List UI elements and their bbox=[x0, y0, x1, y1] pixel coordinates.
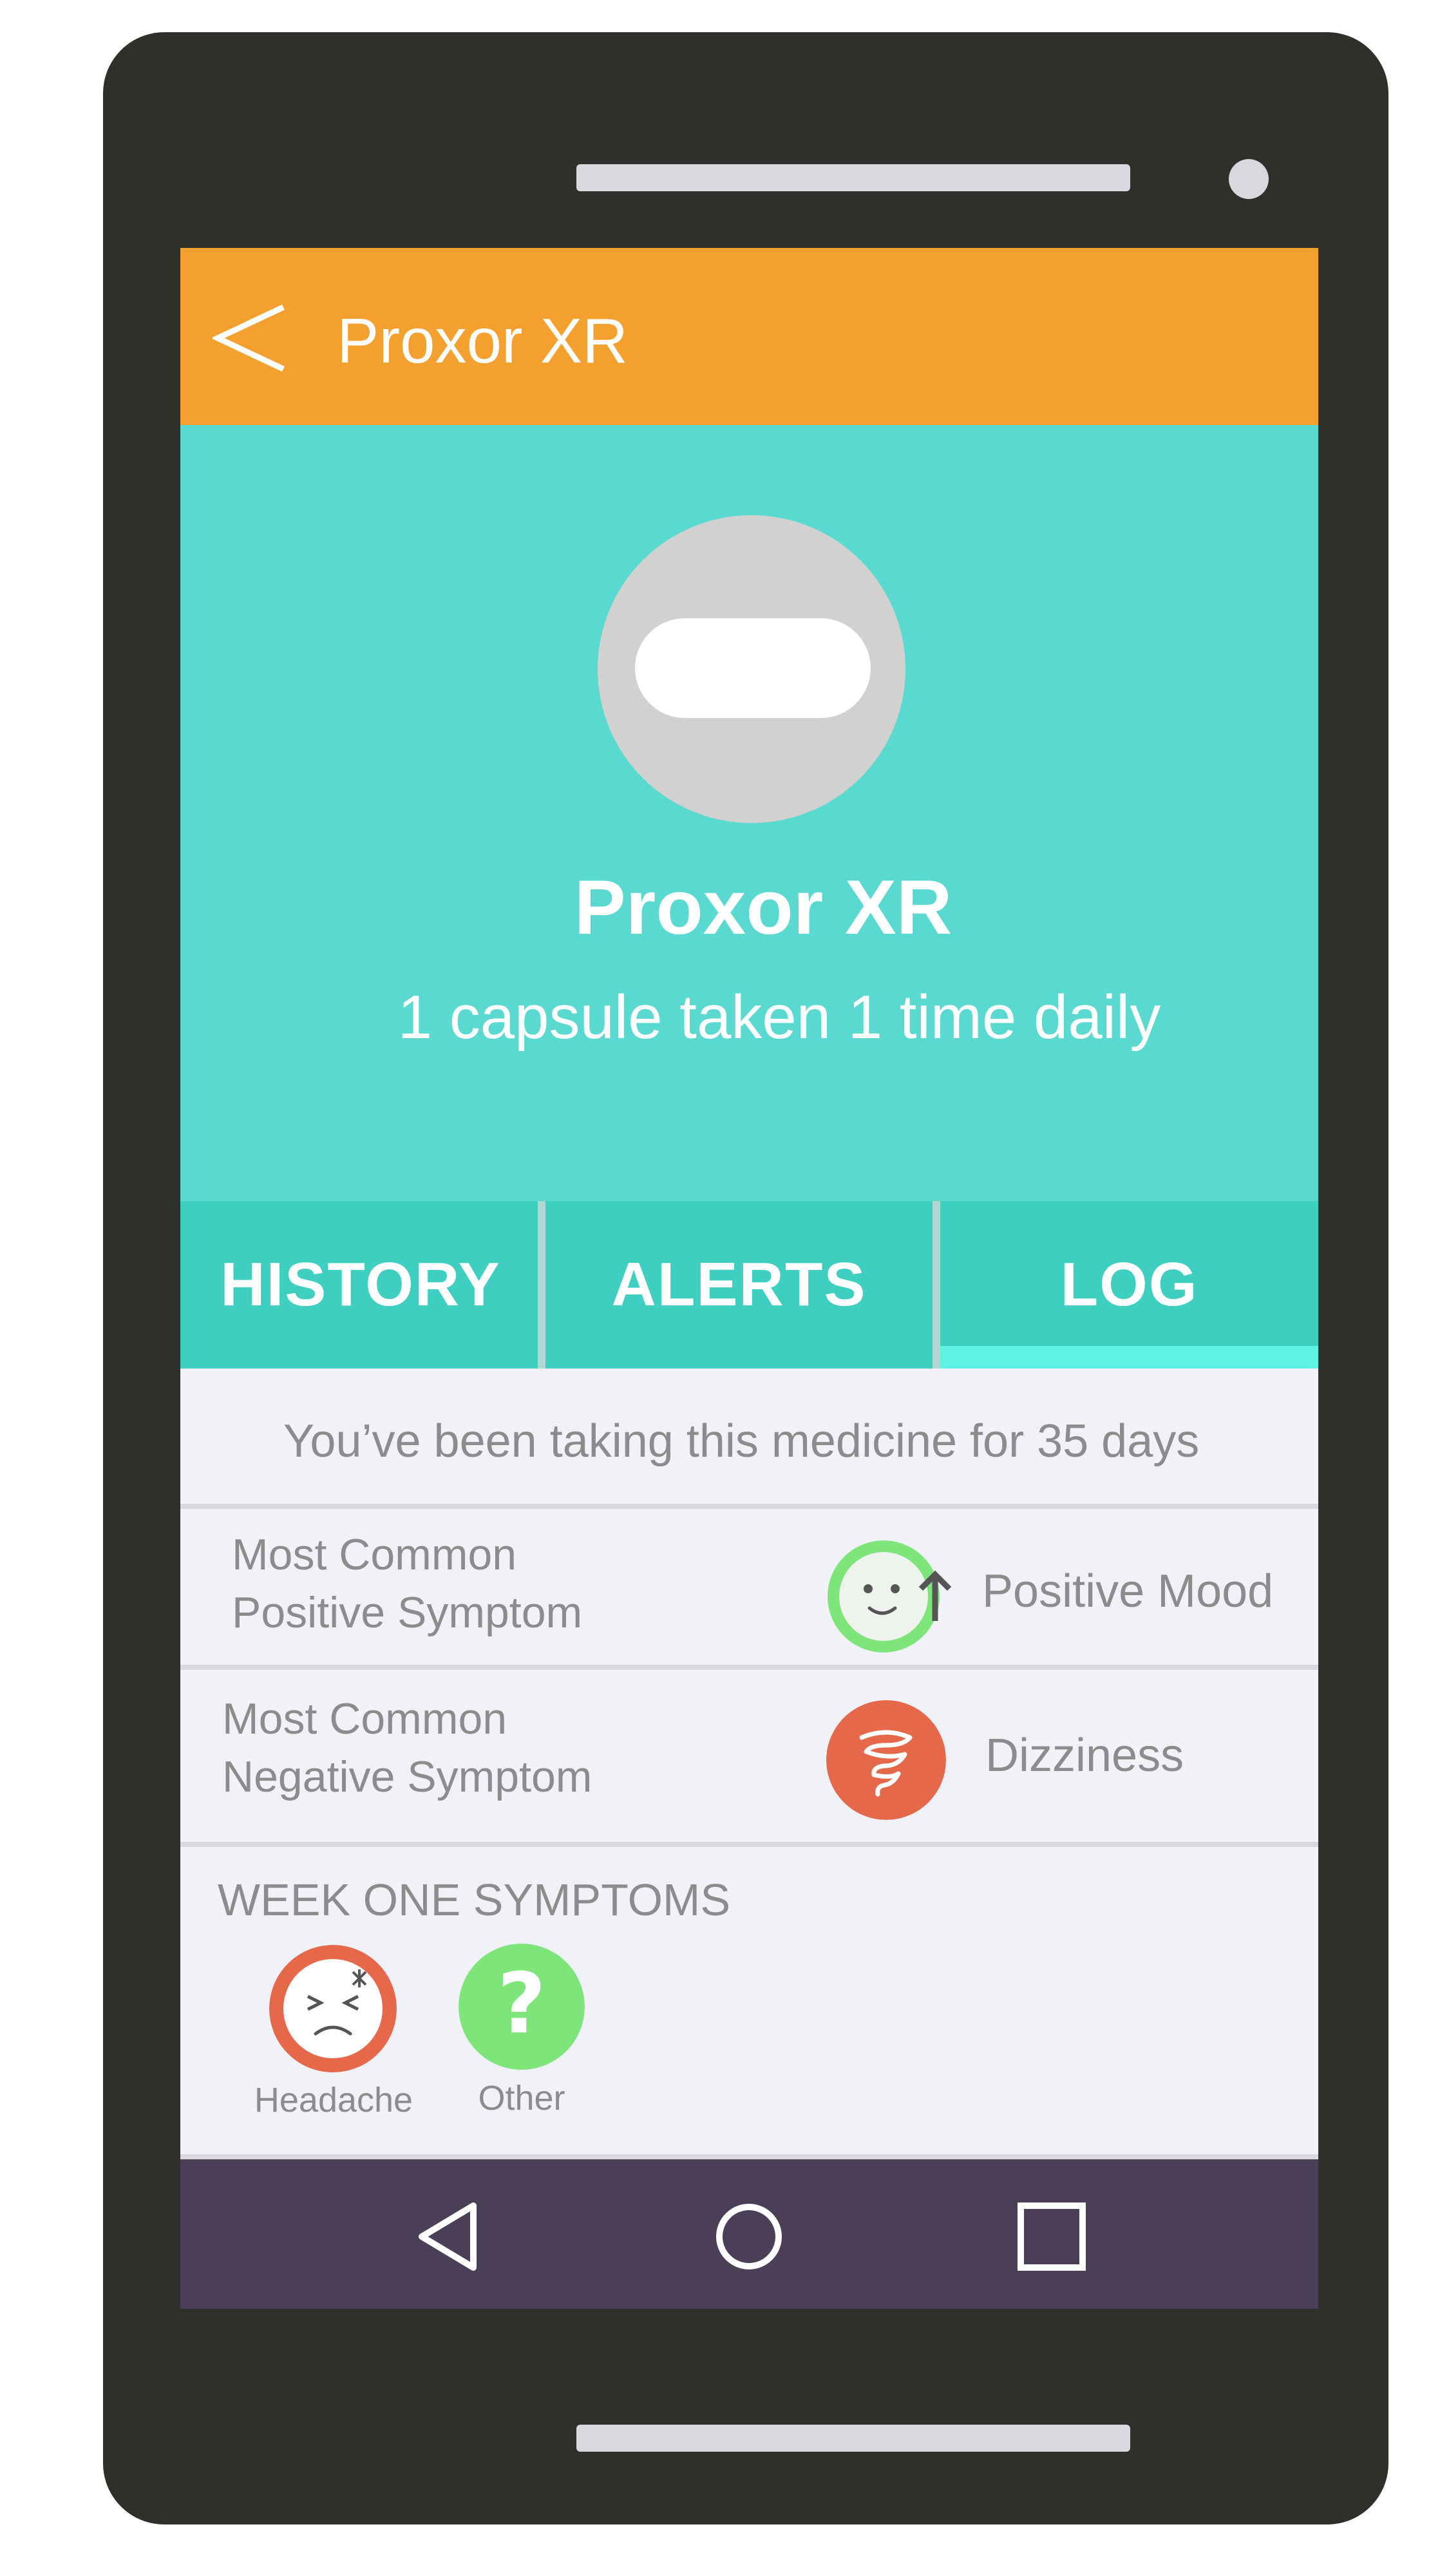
tab-log[interactable]: LOG bbox=[940, 1201, 1318, 1368]
headache-label: Headache bbox=[254, 2081, 413, 2119]
positive-symptom-name: Positive Mood bbox=[982, 1566, 1274, 1617]
capsule-icon bbox=[635, 618, 871, 718]
dizziness-swirl-icon bbox=[826, 1700, 946, 1820]
svg-text:?: ? bbox=[497, 1955, 545, 2052]
week-one-heading: WEEK ONE SYMPTOMS bbox=[218, 1875, 731, 1925]
positive-label-line1: Most Common bbox=[232, 1530, 517, 1579]
active-tab-indicator bbox=[940, 1346, 1318, 1368]
app-bar-title: Proxor XR bbox=[337, 305, 629, 376]
tab-divider bbox=[933, 1201, 940, 1368]
tab-alerts[interactable]: ALERTS bbox=[545, 1201, 933, 1368]
system-nav-bar bbox=[180, 2159, 1318, 2309]
tab-bar: HISTORY ALERTS LOG bbox=[180, 1201, 1318, 1368]
row-divider bbox=[180, 2154, 1318, 2159]
negative-label-line1: Most Common bbox=[222, 1694, 507, 1743]
front-camera bbox=[1229, 159, 1269, 199]
bottom-grille bbox=[576, 2425, 1130, 2452]
row-divider bbox=[180, 1842, 1318, 1847]
negative-label-line2: Negative Symptom bbox=[222, 1752, 592, 1801]
medicine-name: Proxor XR bbox=[574, 864, 952, 951]
pill-avatar bbox=[598, 515, 905, 823]
headache-face-icon bbox=[269, 1945, 397, 2072]
tab-history[interactable]: HISTORY bbox=[180, 1201, 541, 1368]
positive-label-line2: Positive Symptom bbox=[232, 1588, 583, 1637]
duration-text: You’ve been taking this medicine for 35 … bbox=[283, 1416, 1200, 1467]
row-divider bbox=[180, 1665, 1318, 1670]
row-divider bbox=[180, 1504, 1318, 1509]
recents-square-icon[interactable] bbox=[1013, 2198, 1090, 2275]
other-label: Other bbox=[478, 2079, 565, 2117]
back-triangle-icon[interactable] bbox=[412, 2198, 489, 2275]
smiley-mood-up-icon bbox=[828, 1540, 952, 1653]
question-mark-icon: ? bbox=[459, 1944, 585, 2070]
medicine-dose: 1 capsule taken 1 time daily bbox=[397, 983, 1161, 1052]
app-screen: Proxor XR Proxor XR 1 capsule taken 1 ti… bbox=[180, 248, 1318, 2309]
speaker-grille bbox=[576, 164, 1130, 191]
app-bar: Proxor XR bbox=[180, 248, 1318, 425]
back-arrow-icon[interactable] bbox=[213, 299, 290, 377]
negative-symptom-name: Dizziness bbox=[985, 1730, 1184, 1781]
home-circle-icon[interactable] bbox=[710, 2198, 788, 2275]
medicine-hero: Proxor XR 1 capsule taken 1 time daily bbox=[180, 425, 1318, 1201]
tab-divider bbox=[538, 1201, 545, 1368]
